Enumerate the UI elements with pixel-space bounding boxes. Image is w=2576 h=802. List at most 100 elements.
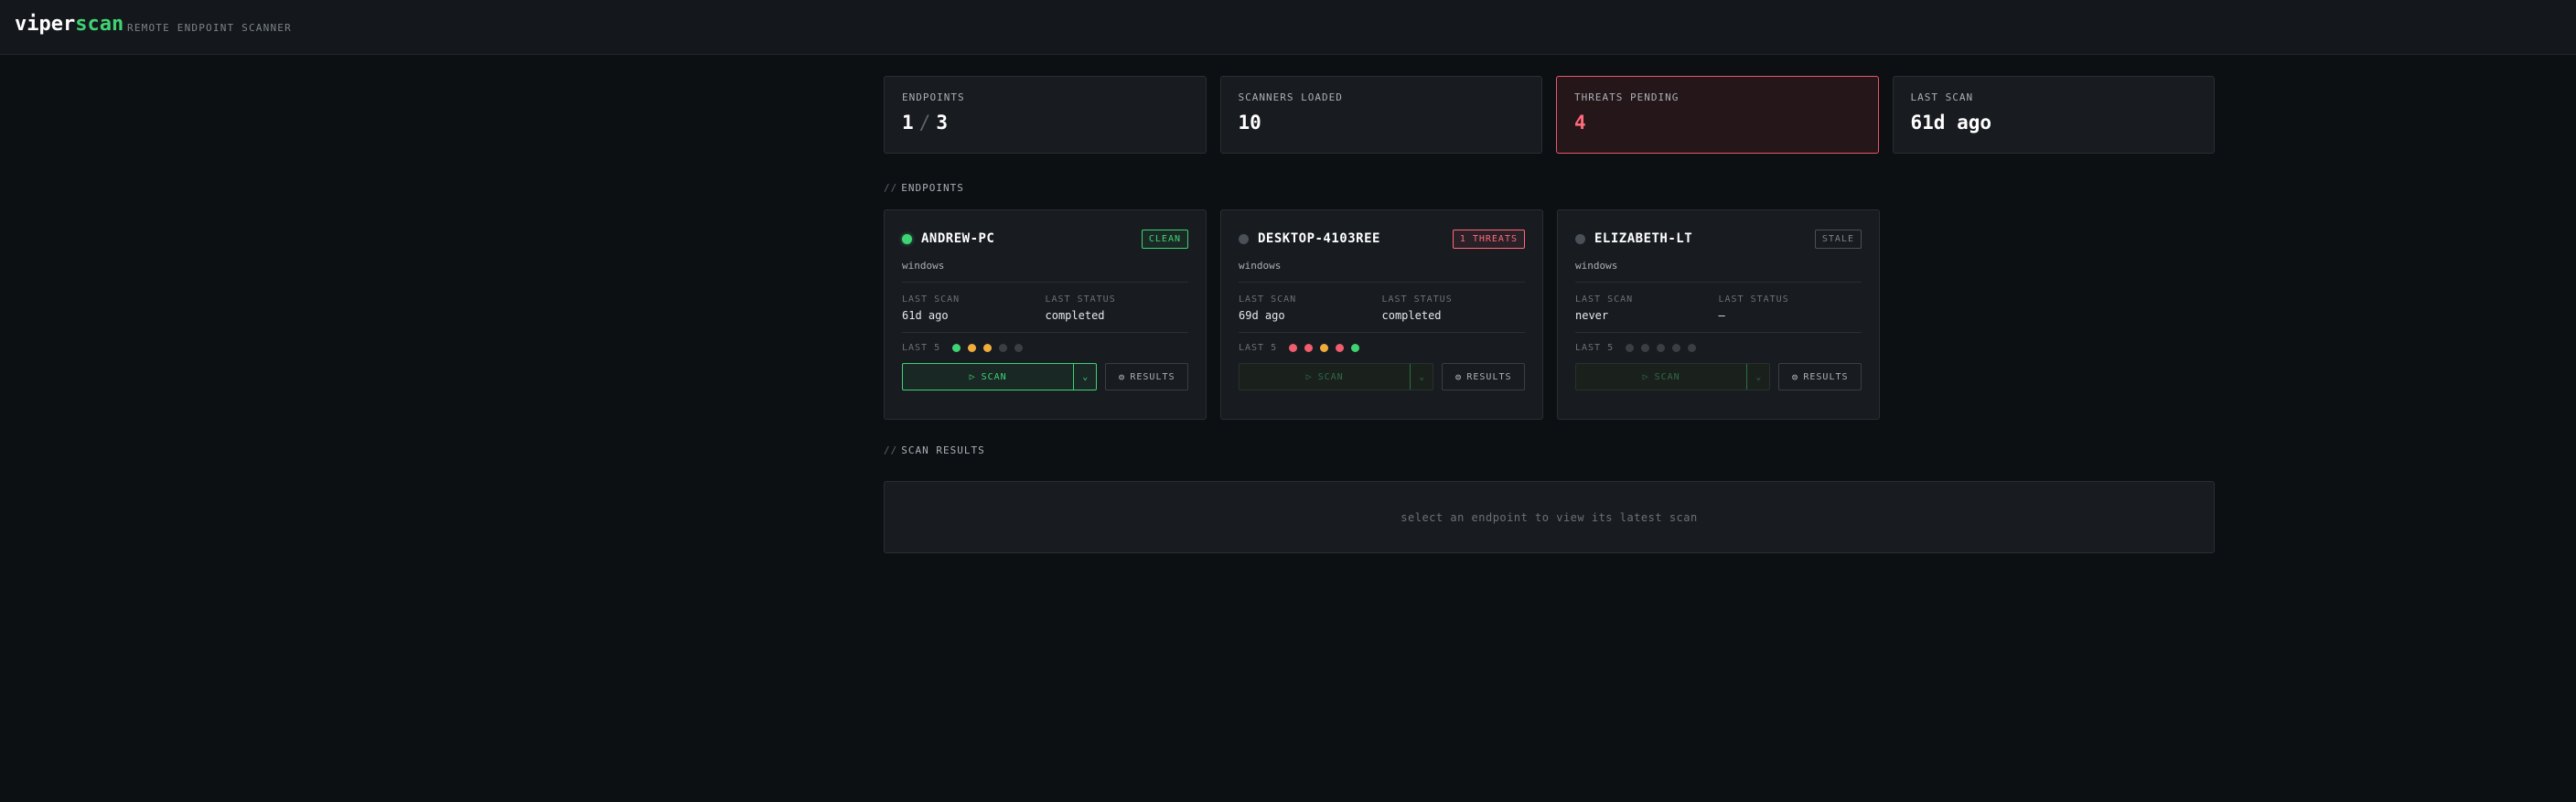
endpoints-online-count: 1	[902, 112, 914, 134]
scan-split-button: ▷ SCAN ⌄	[902, 363, 1098, 390]
results-icon: ⊜	[1454, 370, 1463, 383]
last-status-label: LAST STATUS	[1718, 294, 1789, 305]
divider	[1575, 332, 1862, 333]
endpoint-card-andrew-pc[interactable]: ANDREW-PC CLEAN windows LAST SCAN 61d ag…	[884, 209, 1207, 420]
endpoint-meta: LAST SCAN never LAST STATUS —	[1575, 294, 1862, 322]
endpoints-total-count: 3	[936, 112, 948, 134]
card-header: ELIZABETH-LT STALE	[1575, 229, 1862, 249]
top-bar: viperscan REMOTE ENDPOINT SCANNER	[0, 0, 2576, 55]
last-scan-value: never	[1575, 309, 1609, 322]
status-badge: STALE	[1814, 229, 1862, 249]
history-dot	[1289, 344, 1298, 352]
history-dot	[952, 344, 961, 352]
endpoint-meta: LAST SCAN 61d ago LAST STATUS completed	[902, 294, 1188, 322]
endpoint-hostname: DESKTOP-4103REE	[1258, 231, 1380, 246]
endpoint-card-desktop-4103ree[interactable]: DESKTOP-4103REE 1 THREATS windows LAST S…	[1220, 209, 1543, 420]
scan-button[interactable]: ▷ SCAN	[1576, 364, 1746, 390]
history-dot	[1672, 344, 1681, 352]
scan-history: LAST 5	[1239, 343, 1525, 353]
last-status-value: completed	[1045, 309, 1105, 322]
logo-text-viper: viper	[15, 13, 76, 36]
scan-button-label: SCAN	[1654, 371, 1680, 382]
last-scan-field: LAST SCAN never	[1575, 294, 1719, 322]
last-status-label: LAST STATUS	[1381, 294, 1453, 305]
offline-status-dot	[1239, 233, 1249, 244]
stat-value: 4	[1574, 112, 1586, 134]
history-dot	[983, 344, 993, 352]
history-dot	[1304, 344, 1314, 352]
scan-results-panel: select an endpoint to view its latest sc…	[884, 481, 2215, 553]
last-status-label: LAST STATUS	[1045, 294, 1116, 305]
last-scan-label: LAST SCAN	[1575, 294, 1634, 305]
divider	[1575, 282, 1862, 283]
last-scan-field: LAST SCAN 69d ago	[1239, 294, 1382, 322]
slash-separator: /	[918, 112, 931, 134]
history-dot	[1351, 344, 1360, 352]
last-scan-field: LAST SCAN 61d ago	[902, 294, 1046, 322]
scan-button-label: SCAN	[981, 371, 1007, 382]
card-actions: ▷ SCAN ⌄ ⊜ RESULTS	[1239, 363, 1525, 390]
scan-button[interactable]: ▷ SCAN	[903, 364, 1073, 390]
history-dot	[999, 344, 1008, 352]
endpoint-os: windows	[1239, 260, 1282, 272]
divider	[1239, 282, 1525, 283]
last5-label: LAST 5	[1575, 343, 1615, 353]
status-badge: CLEAN	[1141, 229, 1188, 249]
app-logo[interactable]: viperscan	[15, 13, 123, 36]
app-tagline: REMOTE ENDPOINT SCANNER	[127, 22, 292, 34]
endpoint-cards: ANDREW-PC CLEAN windows LAST SCAN 61d ag…	[884, 209, 2215, 420]
endpoint-os: windows	[902, 260, 945, 272]
results-button[interactable]: ⊜ RESULTS	[1778, 363, 1862, 390]
card-actions: ▷ SCAN ⌄ ⊜ RESULTS	[902, 363, 1188, 390]
scan-history: LAST 5	[1575, 343, 1862, 353]
history-dot	[1014, 344, 1024, 352]
status-badge: 1 THREATS	[1452, 229, 1525, 249]
history-dot	[1641, 344, 1650, 352]
results-button[interactable]: ⊜ RESULTS	[1105, 363, 1188, 390]
chevron-down-icon: ⌄	[1419, 371, 1425, 382]
scan-options-dropdown[interactable]: ⌄	[1073, 364, 1096, 390]
history-dot	[1320, 344, 1329, 352]
scan-history: LAST 5	[902, 343, 1188, 353]
endpoint-os: windows	[1575, 260, 1618, 272]
scan-split-button: ▷ SCAN ⌄	[1239, 363, 1434, 390]
card-actions: ▷ SCAN ⌄ ⊜ RESULTS	[1575, 363, 1862, 390]
stat-value: 1/3	[902, 112, 1188, 134]
scan-split-button: ▷ SCAN ⌄	[1575, 363, 1771, 390]
scan-button[interactable]: ▷ SCAN	[1240, 364, 1410, 390]
chevron-down-icon: ⌄	[1755, 371, 1762, 382]
stat-threats-pending: THREATS PENDING 4	[1556, 76, 1879, 154]
last-scan-label: LAST SCAN	[1239, 294, 1297, 305]
last-status-value: completed	[1381, 309, 1442, 322]
play-icon: ▷	[969, 371, 976, 382]
endpoint-card-elizabeth-lt[interactable]: ELIZABETH-LT STALE windows LAST SCAN nev…	[1557, 209, 1880, 420]
history-dot	[1688, 344, 1697, 352]
stat-label: SCANNERS LOADED	[1238, 91, 1343, 103]
divider	[902, 332, 1188, 333]
results-button-label: RESULTS	[1130, 371, 1175, 382]
last5-label: LAST 5	[1239, 343, 1278, 353]
stat-scanners-loaded: SCANNERS LOADED 10	[1219, 76, 1542, 154]
stats-row: ENDPOINTS 1/3 SCANNERS LOADED 10 THREATS…	[884, 76, 2215, 154]
scan-button-label: SCAN	[1317, 371, 1344, 382]
offline-status-dot	[1575, 233, 1585, 244]
stat-label: THREATS PENDING	[1574, 91, 1680, 103]
main-content: ENDPOINTS 1/3 SCANNERS LOADED 10 THREATS…	[884, 76, 2215, 553]
section-prefix: //	[884, 444, 898, 456]
results-button[interactable]: ⊜ RESULTS	[1442, 363, 1525, 390]
scan-options-dropdown[interactable]: ⌄	[1746, 364, 1769, 390]
logo-text-scan: scan	[75, 13, 124, 36]
last-status-field: LAST STATUS completed	[1382, 294, 1526, 322]
history-dot	[1626, 344, 1635, 352]
divider	[1239, 332, 1525, 333]
scan-options-dropdown[interactable]: ⌄	[1410, 364, 1433, 390]
stat-label: LAST SCAN	[1910, 91, 1974, 103]
history-dot	[968, 344, 977, 352]
stat-last-scan: LAST SCAN 61d ago	[1892, 76, 2215, 154]
last-scan-label: LAST SCAN	[902, 294, 961, 305]
chevron-down-icon: ⌄	[1082, 371, 1089, 382]
results-icon: ⊜	[1118, 370, 1126, 383]
history-dot	[1336, 344, 1345, 352]
empty-state-message: select an endpoint to view its latest sc…	[1401, 510, 1698, 524]
results-button-label: RESULTS	[1466, 371, 1512, 382]
